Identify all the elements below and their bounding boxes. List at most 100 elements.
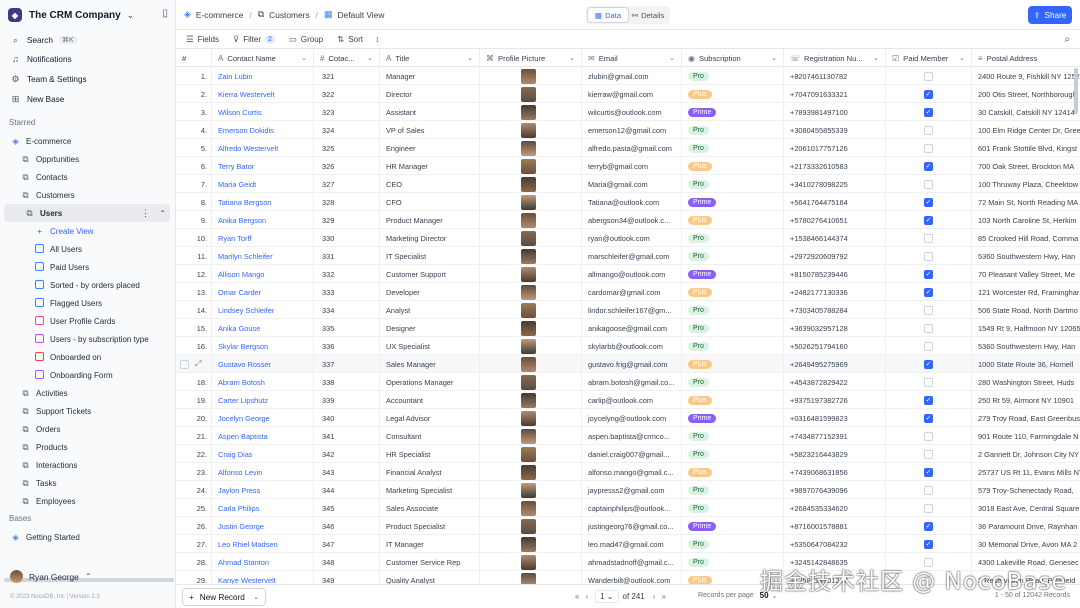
profile-picture-thumbnail[interactable] [521, 536, 536, 552]
table-cell[interactable]: Pro [682, 67, 784, 85]
table-cell[interactable]: 340 [314, 409, 380, 427]
table-cell[interactable]: Plus [682, 157, 784, 175]
table-cell[interactable]: 18. [176, 373, 212, 391]
profile-picture-cell[interactable] [480, 229, 582, 247]
table-cell[interactable]: 334 [314, 301, 380, 319]
profile-picture-cell[interactable] [480, 211, 582, 229]
table-cell[interactable]: Ahmad Stanton [212, 553, 314, 571]
table-row[interactable]: ⤢ Gustavo Rosser 337 Sales Manager gustavo.f… [176, 355, 1080, 373]
table-cell[interactable]: Pro [682, 373, 784, 391]
profile-picture-cell[interactable] [480, 499, 582, 517]
sidebar-item-table[interactable]: ⧉ Products [0, 438, 176, 456]
table-cell[interactable]: 337 [314, 355, 380, 373]
profile-picture-thumbnail[interactable] [521, 68, 536, 84]
table-cell[interactable]: 3018 East Ave, Central Square [972, 499, 1080, 517]
table-cell[interactable]: 5. [176, 139, 212, 157]
table-cell[interactable]: 328 [314, 193, 380, 211]
table-cell[interactable]: 343 [314, 463, 380, 481]
profile-picture-cell[interactable] [480, 535, 582, 553]
table-cell[interactable]: 1549 Rt 9, Halfmoon NY 12065 [972, 319, 1080, 337]
table-cell[interactable] [886, 247, 972, 265]
table-cell[interactable]: Quality Analyst [380, 571, 480, 584]
chevron-down-icon[interactable]: ⌄ [669, 54, 675, 62]
table-cell[interactable]: Pro [682, 301, 784, 319]
profile-picture-cell[interactable] [480, 337, 582, 355]
paid-member-checkbox[interactable]: ✓ [924, 359, 933, 369]
paid-member-checkbox[interactable] [924, 377, 933, 387]
profile-picture-thumbnail[interactable] [521, 176, 536, 192]
sidebar-item-table[interactable]: ⧉ Contacts [0, 168, 176, 186]
table-cell[interactable]: ✓ [886, 283, 972, 301]
table-cell[interactable]: Pro [682, 121, 784, 139]
table-row[interactable]: 19. Carter Lipshutz 339 Accountant carlip@ou… [176, 391, 1080, 409]
table-row[interactable]: 27. Leo Rhiel Madsen 347 IT Manager leo.mad4… [176, 535, 1080, 553]
table-cell[interactable]: Ryan Torff [212, 229, 314, 247]
more-options-icon[interactable]: ⋮ [141, 208, 150, 219]
table-cell[interactable]: Pro [682, 481, 784, 499]
table-cell[interactable]: Prime [682, 409, 784, 427]
table-cell[interactable] [886, 427, 972, 445]
profile-picture-cell[interactable] [480, 175, 582, 193]
table-cell[interactable] [886, 319, 972, 337]
search-nav[interactable]: ⌕ Search ⌘K [0, 31, 176, 49]
table-cell[interactable]: Omar Carder [212, 283, 314, 301]
table-cell[interactable]: ✓ [886, 193, 972, 211]
table-cell[interactable]: ✓ [886, 103, 972, 121]
paid-member-checkbox[interactable] [924, 71, 933, 81]
table-cell[interactable]: Pro [682, 535, 784, 553]
chevron-down-icon[interactable]: ⌄ [959, 54, 965, 62]
profile-picture-cell[interactable] [480, 301, 582, 319]
table-cell[interactable]: Pro [682, 247, 784, 265]
paid-member-checkbox[interactable] [924, 251, 933, 261]
table-cell[interactable]: carlip@outlook.com [582, 391, 682, 409]
table-cell[interactable]: +2061017757126 [784, 139, 886, 157]
table-cell[interactable]: Marketing Director [380, 229, 480, 247]
table-cell[interactable]: Pro [682, 319, 784, 337]
profile-picture-thumbnail[interactable] [521, 374, 536, 390]
profile-picture-thumbnail[interactable] [521, 86, 536, 102]
table-cell[interactable]: Financial Analyst [380, 463, 480, 481]
sidebar-item-view[interactable]: All Users [0, 240, 176, 258]
table-row[interactable]: 2. Kierra Westervelt 322 Director kierraw@gm… [176, 85, 1080, 103]
profile-picture-cell[interactable] [480, 409, 582, 427]
table-cell[interactable]: Justin George [212, 517, 314, 535]
column-header[interactable]: ◉ Subscription ⌄ [682, 49, 784, 67]
table-row[interactable]: 18. Abram Botosh 338 Operations Manager abra… [176, 373, 1080, 391]
table-row[interactable]: 1. Zain Lubin 321 Manager zlubin@gmail.com Pr… [176, 67, 1080, 85]
paid-member-checkbox[interactable] [924, 305, 933, 315]
table-cell[interactable]: Plus [682, 283, 784, 301]
sidebar-item-view[interactable]: Onboarding Form [0, 366, 176, 384]
table-cell[interactable]: 349 [314, 571, 380, 584]
table-cell[interactable]: Aspen Baptista [212, 427, 314, 445]
profile-picture-thumbnail[interactable] [521, 410, 536, 426]
profile-picture-thumbnail[interactable] [521, 464, 536, 480]
table-cell[interactable]: Consultant [380, 427, 480, 445]
table-cell[interactable]: 901 Route 110, Farmingdale N [972, 427, 1080, 445]
table-cell[interactable]: 339 [314, 391, 380, 409]
table-cell[interactable]: ✓ [886, 355, 972, 373]
table-cell[interactable]: 345 [314, 499, 380, 517]
table-cell[interactable]: alfredo.pasta@gmail.com [582, 139, 682, 157]
table-cell[interactable]: 15. [176, 319, 212, 337]
profile-picture-thumbnail[interactable] [521, 212, 536, 228]
next-page-icon[interactable]: › [653, 592, 656, 601]
profile-picture-cell[interactable] [480, 427, 582, 445]
sidebar-item-table[interactable]: ⧉ Customers [0, 186, 176, 204]
profile-picture-cell[interactable] [480, 319, 582, 337]
base-getting-started[interactable]: ◈ Getting Started [0, 528, 176, 546]
profile-picture-cell[interactable] [480, 571, 582, 584]
profile-picture-thumbnail[interactable] [521, 572, 536, 584]
table-cell[interactable]: +5350647084232 [784, 535, 886, 553]
table-cell[interactable] [886, 337, 972, 355]
table-cell[interactable]: +7434877152391 [784, 427, 886, 445]
profile-picture-cell[interactable] [480, 553, 582, 571]
table-cell[interactable]: +3410278098225 [784, 175, 886, 193]
paid-member-checkbox[interactable]: ✓ [924, 269, 933, 279]
table-cell[interactable]: 7. [176, 175, 212, 193]
table-cell[interactable]: Tatiana Bergson [212, 193, 314, 211]
table-cell[interactable]: 336 [314, 337, 380, 355]
table-cell[interactable]: ✓ [886, 265, 972, 283]
table-cell[interactable]: 11. [176, 247, 212, 265]
table-cell[interactable]: Manager [380, 67, 480, 85]
table-cell[interactable]: Wanderbilt@outlook.com [582, 571, 682, 584]
